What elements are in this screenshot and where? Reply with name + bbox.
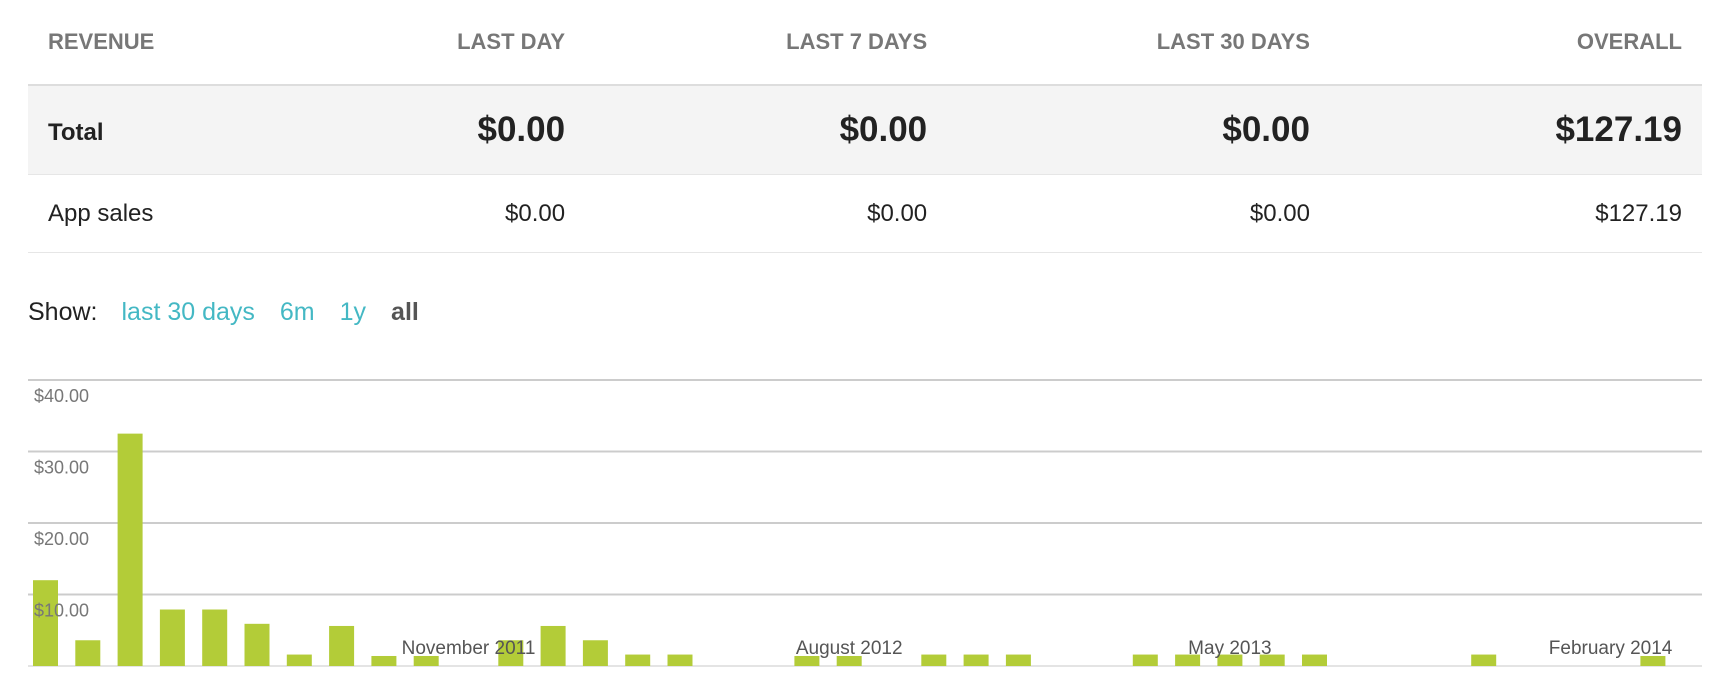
- chart-bars: [33, 433, 1666, 666]
- chart-bar: [1302, 654, 1327, 666]
- table-header-row: REVENUE LAST DAY LAST 7 DAYS LAST 30 DAY…: [28, 0, 1702, 86]
- x-axis-label: February 2014: [1549, 638, 1673, 659]
- revenue-page: REVENUE LAST DAY LAST 7 DAYS LAST 30 DAY…: [0, 0, 1714, 688]
- chart-bar: [582, 640, 608, 666]
- chart-bar: [371, 655, 397, 666]
- y-tick-label: $10.00: [34, 601, 89, 621]
- filter-all-link[interactable]: all: [391, 298, 419, 327]
- x-axis-label: November 2011: [402, 638, 536, 659]
- y-tick-label: $20.00: [34, 529, 89, 549]
- y-tick-label: $30.00: [34, 458, 89, 478]
- total-last-7-days: $0.00: [585, 85, 948, 175]
- chart-bar: [667, 654, 693, 666]
- chart-bar: [963, 654, 989, 666]
- column-header-last-30-days: LAST 30 DAYS: [947, 0, 1330, 86]
- chart-bar: [921, 654, 947, 666]
- table-row-app-sales: App sales $0.00 $0.00 $0.00 $127.19: [28, 174, 1702, 253]
- filter-6m-link[interactable]: 6m: [280, 298, 315, 327]
- chart-bar: [1471, 654, 1497, 666]
- chart-bar: [202, 609, 228, 666]
- revenue-table: REVENUE LAST DAY LAST 7 DAYS LAST 30 DAY…: [28, 0, 1702, 253]
- chart-bar: [75, 640, 101, 666]
- column-header-last-7-days: LAST 7 DAYS: [585, 0, 948, 86]
- app-sales-last-day: $0.00: [318, 174, 586, 253]
- row-label: App sales: [28, 174, 319, 253]
- filter-last-30-days-link[interactable]: last 30 days: [121, 298, 254, 327]
- show-filter: Show: last 30 days 6m 1y all: [28, 298, 444, 327]
- chart-bar: [1005, 654, 1031, 666]
- y-tick-label: $40.00: [34, 386, 89, 406]
- filter-1y-link[interactable]: 1y: [340, 298, 366, 327]
- app-sales-last-7-days: $0.00: [585, 174, 948, 253]
- total-last-day: $0.00: [318, 85, 586, 175]
- total-overall: $127.19: [1329, 85, 1702, 175]
- chart-bar: [244, 623, 270, 666]
- app-sales-last-30-days: $0.00: [947, 174, 1330, 253]
- x-axis-label: August 2012: [796, 638, 903, 659]
- column-header-overall: OVERALL: [1329, 0, 1702, 86]
- chart-bar: [1132, 654, 1158, 666]
- column-header-last-day: LAST DAY: [318, 0, 586, 86]
- chart-bar: [540, 625, 566, 666]
- app-sales-overall: $127.19: [1329, 174, 1702, 253]
- revenue-bar-chart: $10.00 $20.00 $30.00 $40.00 November 2011 Aug…: [28, 379, 1702, 667]
- x-axis-label: May 2013: [1188, 638, 1271, 659]
- chart-grid: [28, 379, 1702, 667]
- row-label: Total: [28, 85, 319, 175]
- chart-bar: [286, 654, 312, 666]
- total-last-30-days: $0.00: [947, 85, 1330, 175]
- show-label: Show:: [28, 298, 98, 326]
- chart-bar: [33, 580, 58, 666]
- chart-bar: [117, 433, 143, 666]
- revenue-chart: $10.00 $20.00 $30.00 $40.00 November 2011 Aug…: [28, 370, 1702, 675]
- chart-bar: [159, 609, 185, 666]
- chart-bar: [625, 654, 651, 666]
- table-row-total: Total $0.00 $0.00 $0.00 $127.19: [28, 85, 1702, 175]
- column-header-revenue: REVENUE: [28, 0, 319, 86]
- chart-bar: [329, 625, 355, 666]
